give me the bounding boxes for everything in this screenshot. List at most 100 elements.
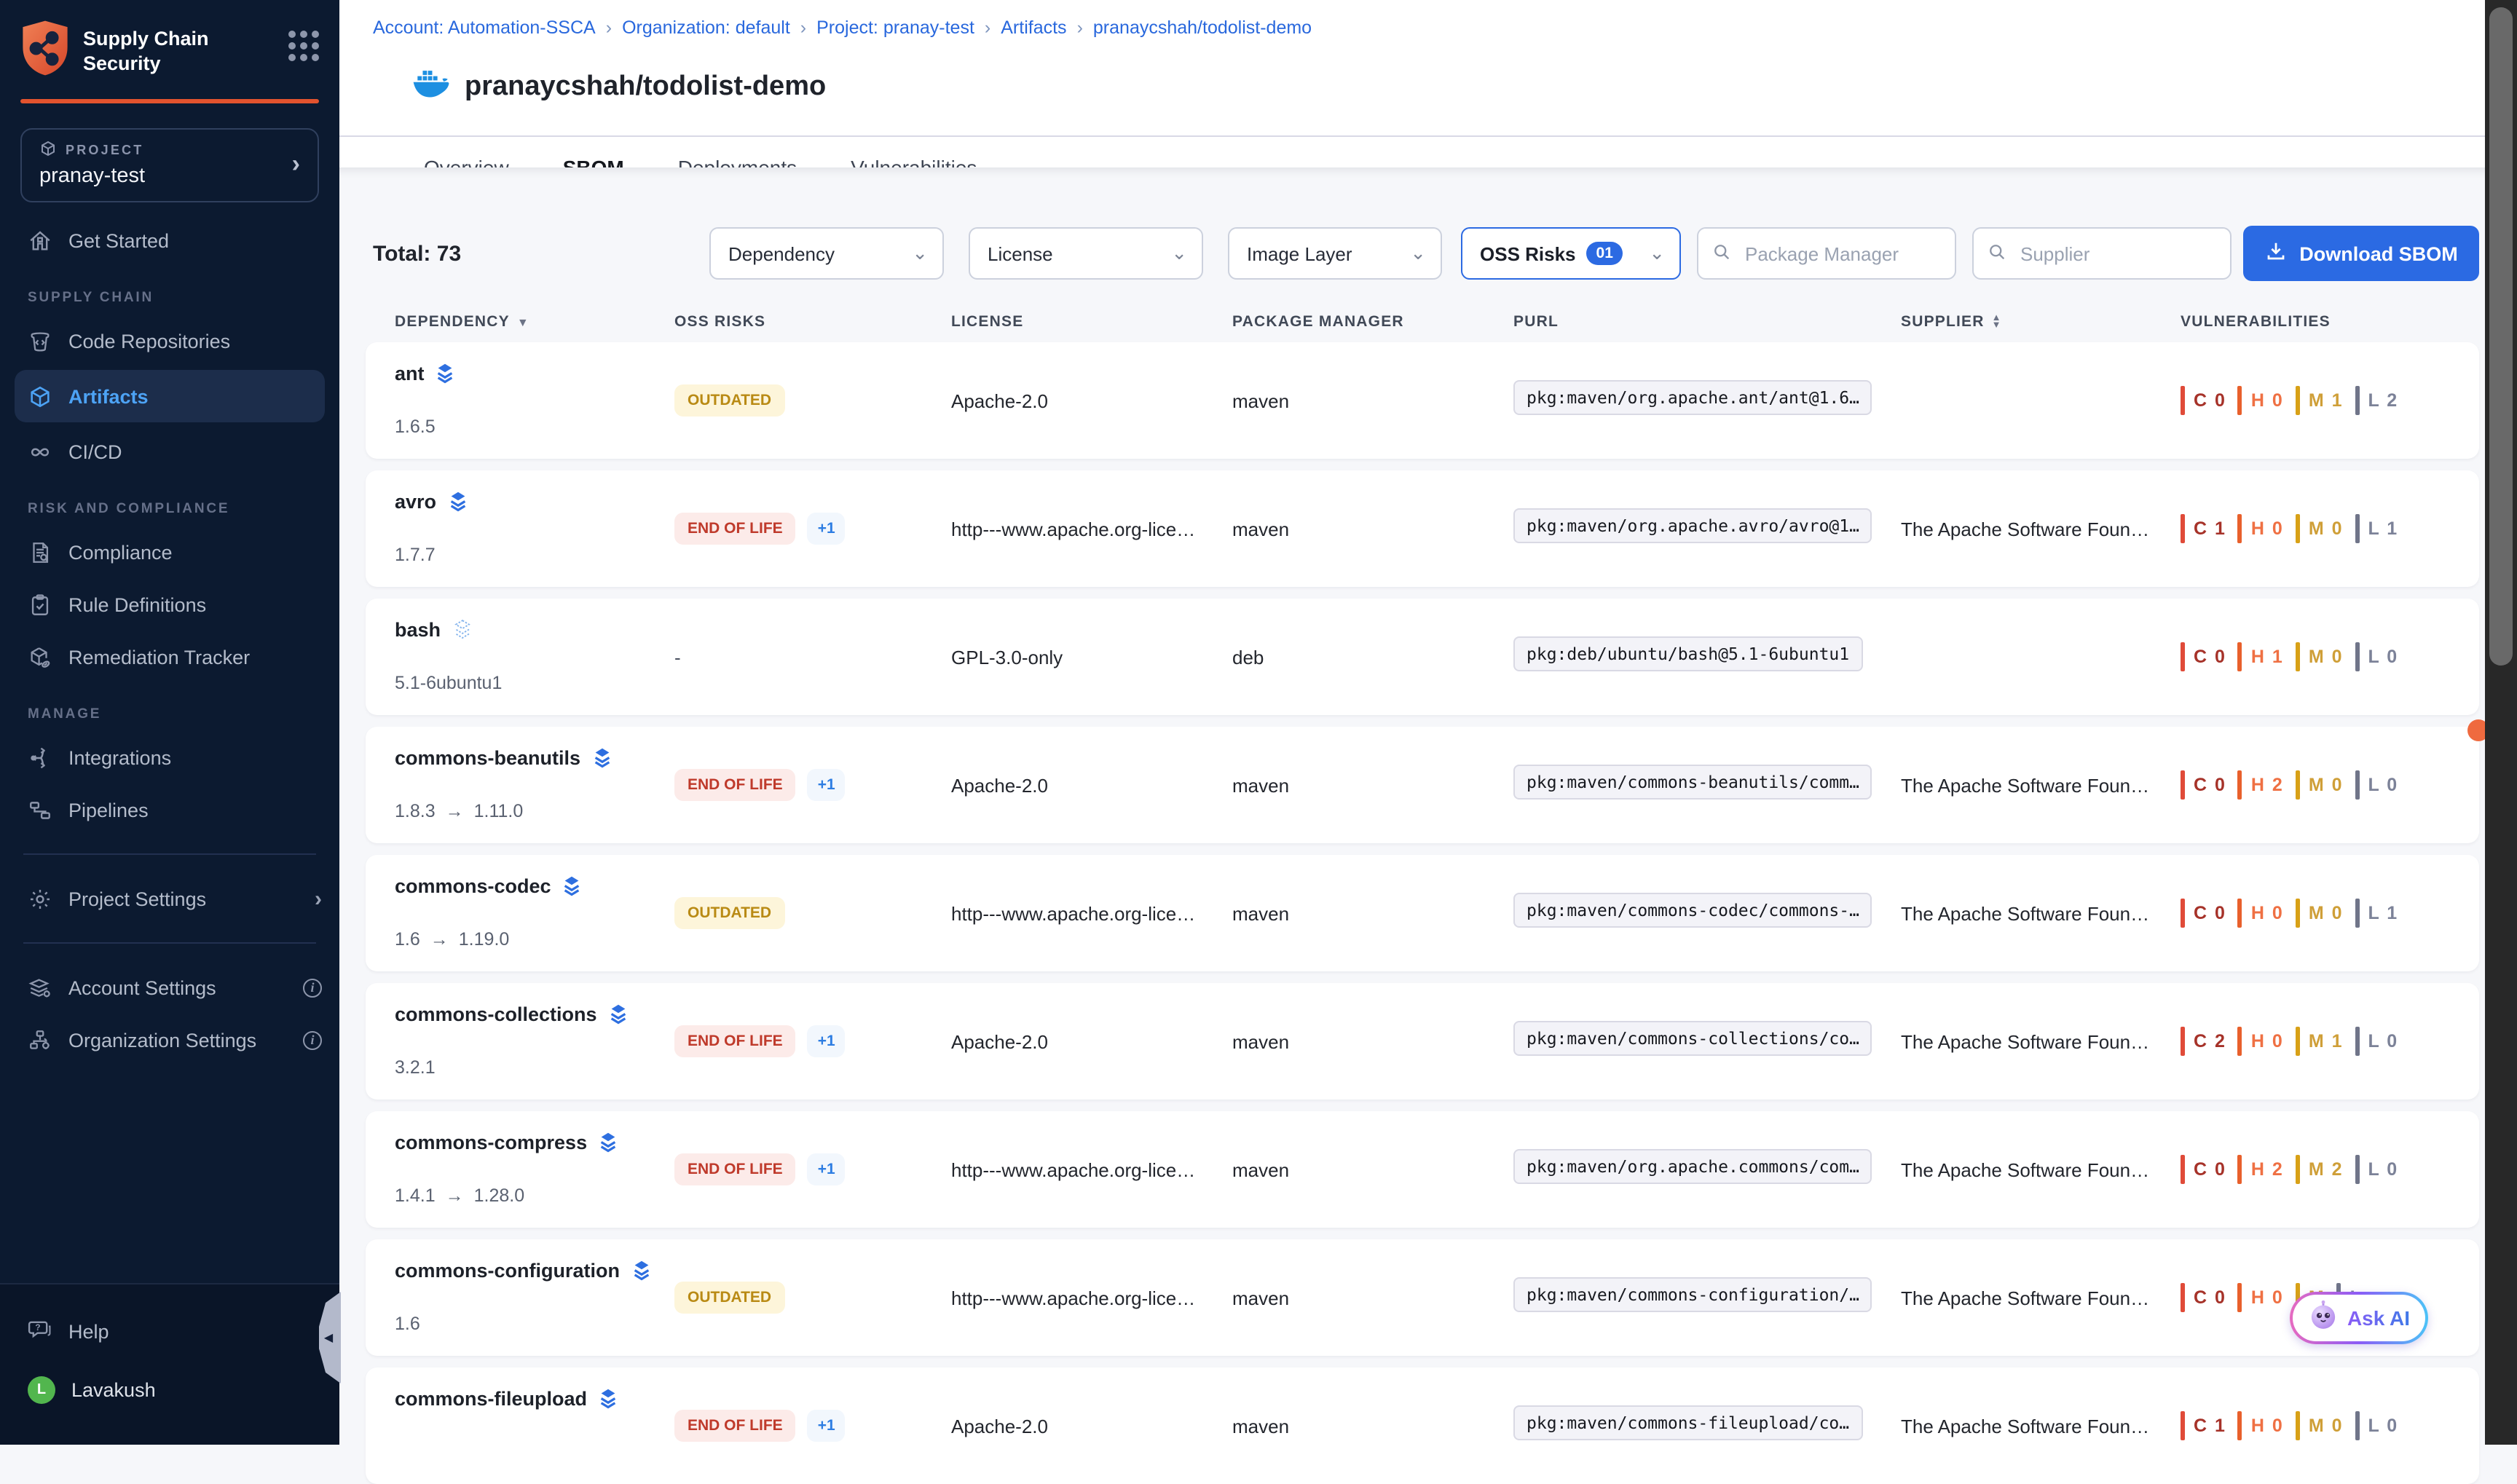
oss-risks-filter-dropdown[interactable]: OSS Risks 01 ⌄ [1461,227,1681,280]
sidebar-item-account-settings[interactable]: Account Settingsi [0,961,339,1014]
package-manager-search[interactable] [1697,227,1956,280]
purl-value[interactable]: pkg:maven/org.apache.commons/com… [1513,1148,1872,1183]
sidebar-item-remediation-tracker[interactable]: Remediation Tracker [0,631,339,683]
sidebar-item-rule-definitions[interactable]: Rule Definitions [0,578,339,631]
dependency-name[interactable]: ant [395,362,425,384]
nav-section-label: MANAGE [0,683,339,731]
purl-value[interactable]: pkg:maven/commons-configuration/… [1513,1276,1872,1311]
chevron-down-icon: ⌄ [1398,242,1426,265]
table-row-bash[interactable]: bash5.1-6ubuntu1-GPL-3.0-onlydebpkg:deb/… [366,599,2479,715]
table-row-commons-fileupload[interactable]: commons-fileuploadEND OF LIFE+1Apache-2.… [366,1367,2479,1484]
dependency-name[interactable]: commons-configuration [395,1259,620,1281]
breadcrumb-item[interactable]: Account: Automation-SSCA [373,17,596,38]
sidebar-user[interactable]: L Lavakush [0,1360,339,1418]
sidebar-item-project-settings[interactable]: Project Settings› [0,872,339,925]
breadcrumb-item[interactable]: Project: pranay-test [816,17,974,38]
column-header-dependency[interactable]: DEPENDENCY▼ [395,313,674,331]
severity-bar [2238,386,2242,415]
risk-badge-more[interactable]: +1 [808,513,846,545]
supplier-cell: The Apache Software Foun… [1901,518,2181,540]
package-manager-search-input[interactable] [1742,241,1940,266]
sidebar-item-get-started[interactable]: Get Started [0,214,339,267]
sidebar-item-organization-settings[interactable]: Organization Settingsi [0,1014,339,1066]
breadcrumb-item[interactable]: Artifacts [1001,17,1066,38]
project-name: pranay-test [39,165,145,188]
severity-bar [2238,514,2242,543]
risk-badge-more[interactable]: +1 [808,1025,846,1057]
dependency-cell: commons-compress1.4.1→1.28.0 [395,1111,674,1228]
dependency-filter-dropdown[interactable]: Dependency ⌄ [709,227,944,280]
breadcrumb-item[interactable]: pranaycshah/todolist-demo [1093,17,1312,38]
layers-outline-icon [451,617,473,641]
table-row-avro[interactable]: avro1.7.7END OF LIFE+1http---www.apache.… [366,470,2479,587]
sidebar-item-label: Project Settings [68,888,206,909]
purl-value[interactable]: pkg:maven/org.apache.avro/avro@1… [1513,508,1872,542]
sidebar-item-integrations[interactable]: Integrations [0,731,339,784]
dependency-name[interactable]: commons-beanutils [395,746,580,768]
dependency-cell: commons-configuration1.6 [395,1239,674,1356]
chevron-down-icon: ⌄ [1637,242,1665,265]
supplier-search[interactable] [1972,227,2232,280]
upgrade-arrow-icon: → [446,1185,464,1206]
compliance-doc-icon [28,540,52,564]
vuln-m-count: M 1 [2296,386,2344,415]
scrollbar-thumb[interactable] [2489,7,2513,666]
purl-value[interactable]: pkg:maven/commons-fileupload/co… [1513,1405,1862,1440]
vertical-scrollbar[interactable] [2485,0,2517,1445]
vuln-h-count: H 0 [2238,899,2284,928]
table-row-commons-configuration[interactable]: commons-configuration1.6OUTDATEDhttp---w… [366,1239,2479,1356]
purl-value[interactable]: pkg:maven/org.apache.ant/ant@1.6… [1513,379,1872,414]
purl-value[interactable]: pkg:deb/ubuntu/bash@5.1-6ubuntu1 [1513,636,1862,671]
layers-filled-icon [597,1386,619,1410]
vuln-c-count: C 0 [2181,1283,2226,1312]
app-switcher-grid-icon[interactable] [288,31,319,61]
dependency-name[interactable]: commons-compress [395,1131,587,1153]
sort-desc-icon[interactable]: ▼ [517,315,529,328]
sidebar-item-code-repositories[interactable]: Code Repositories [0,315,339,367]
supplier-search-input[interactable] [2017,241,2215,266]
supplier-cell: The Apache Software Foun… [1901,1415,2181,1437]
risk-badge-eol: END OF LIFE [674,1410,796,1442]
table-row-ant[interactable]: ant1.6.5OUTDATEDApache-2.0mavenpkg:maven… [366,342,2479,459]
vuln-c-count: C 1 [2181,514,2226,543]
sidebar-item-artifacts[interactable]: Artifacts [15,370,325,422]
sidebar-item-ci-cd[interactable]: CI/CD [0,425,339,478]
download-sbom-button[interactable]: Download SBOM [2243,226,2479,281]
dependency-name[interactable]: commons-fileupload [395,1387,587,1409]
vuln-m-count: M 0 [2296,899,2344,928]
package-manager-cell: maven [1232,1415,1513,1437]
column-header-supplier[interactable]: SUPPLIER▲▼ [1901,313,2181,331]
sidebar-item-label: Integrations [68,746,171,768]
table-row-commons-beanutils[interactable]: commons-beanutils1.8.3→1.11.0END OF LIFE… [366,727,2479,843]
package-manager-cell: maven [1232,1030,1513,1052]
image-layer-filter-dropdown[interactable]: Image Layer ⌄ [1228,227,1442,280]
table-row-commons-compress[interactable]: commons-compress1.4.1→1.28.0END OF LIFE+… [366,1111,2479,1228]
table-row-commons-collections[interactable]: commons-collections3.2.1END OF LIFE+1Apa… [366,983,2479,1100]
chevron-down-icon: ⌄ [900,242,928,265]
ask-ai-button[interactable]: Ask AI [2290,1292,2428,1344]
table-row-commons-codec[interactable]: commons-codec1.6→1.19.0OUTDATEDhttp---ww… [366,855,2479,971]
sidebar-item-label: Rule Definitions [68,593,206,615]
severity-bar [2181,1411,2185,1440]
sidebar-item-compliance[interactable]: Compliance [0,526,339,578]
risk-badge-eol: END OF LIFE [674,769,796,801]
purl-value[interactable]: pkg:maven/commons-codec/commons-… [1513,892,1872,927]
dependency-name[interactable]: commons-collections [395,1003,597,1025]
sort-both-icon[interactable]: ▲▼ [1992,315,2002,329]
purl-value[interactable]: pkg:maven/commons-beanutils/comm… [1513,764,1872,799]
sidebar-item-help[interactable]: ? Help [0,1302,339,1360]
license-filter-dropdown[interactable]: License ⌄ [969,227,1203,280]
project-selector[interactable]: PROJECT pranay-test › [20,128,319,202]
risk-badge-more[interactable]: +1 [808,1153,846,1185]
vulnerabilities-cell: C 2H 0M 1L 0 [2181,1027,2479,1056]
dependency-name[interactable]: commons-codec [395,875,551,896]
dependency-name[interactable]: avro [395,490,436,512]
risk-badge-more[interactable]: +1 [808,1410,846,1442]
breadcrumb-item[interactable]: Organization: default [622,17,790,38]
risk-badge-more[interactable]: +1 [808,769,846,801]
sidebar-item-pipelines[interactable]: Pipelines [0,784,339,836]
purl-value[interactable]: pkg:maven/commons-collections/co… [1513,1020,1872,1055]
dependency-name[interactable]: bash [395,618,441,640]
vuln-h-count: H 0 [2238,386,2284,415]
severity-bar [2181,770,2185,800]
